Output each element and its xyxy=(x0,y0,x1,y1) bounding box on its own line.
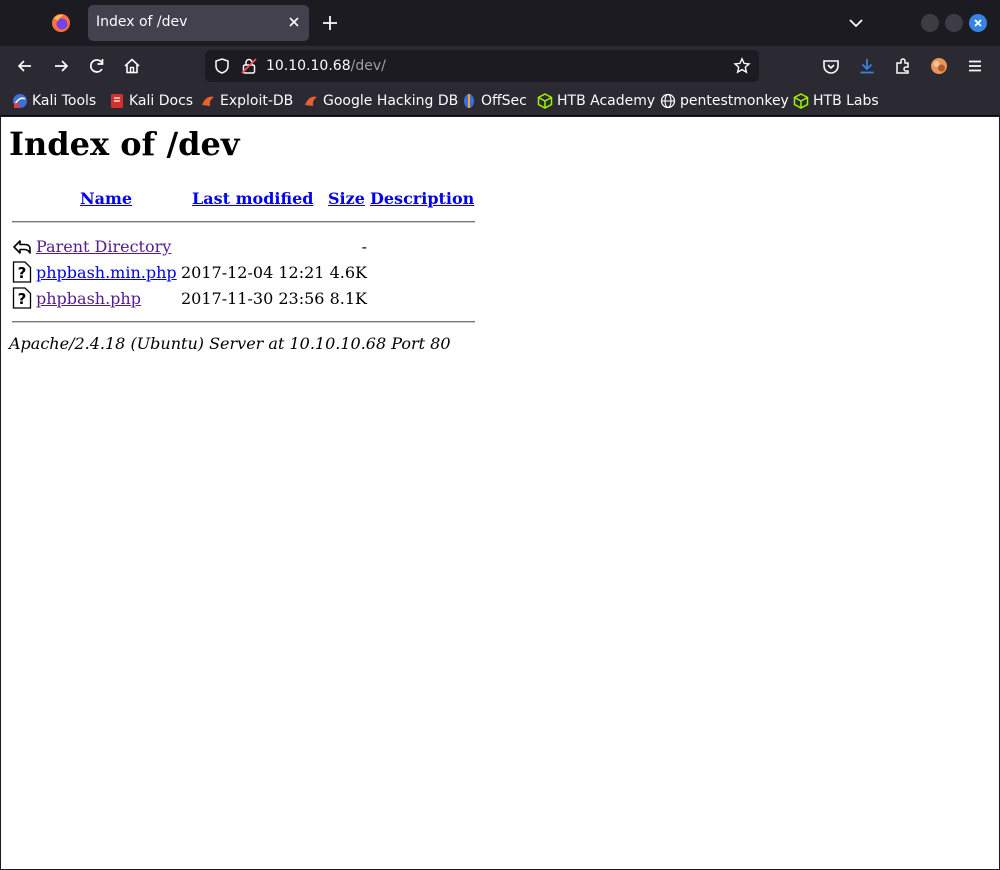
bookmark-htb-academy[interactable]: HTB Academy xyxy=(537,92,655,110)
back-arrow-icon[interactable] xyxy=(15,56,35,76)
svg-text:?: ? xyxy=(18,290,27,308)
back-arrow-icon xyxy=(13,240,31,254)
file-link-phpbash[interactable]: phpbash.php xyxy=(36,289,141,308)
url-text[interactable]: 10.10.10.68/dev/ xyxy=(266,58,386,74)
bookmark-offsec[interactable]: OffSec xyxy=(461,92,527,110)
insecure-lock-icon[interactable] xyxy=(240,57,258,75)
page-content: Index of /dev Name Last modified Size De… xyxy=(1,117,999,869)
bookmarks-toolbar: Kali Tools Kali Docs Exploit-DB Google H… xyxy=(0,86,1000,116)
server-signature: Apache/2.4.18 (Ubuntu) Server at 10.10.1… xyxy=(9,334,451,353)
close-icon xyxy=(974,19,982,27)
exploit-db-icon xyxy=(202,96,214,106)
divider xyxy=(12,221,475,223)
close-window-button[interactable] xyxy=(969,14,987,32)
url-bar[interactable]: 10.10.10.68/dev/ xyxy=(205,50,759,82)
row-size: 4.6K xyxy=(329,263,367,282)
pocket-icon[interactable] xyxy=(821,56,841,76)
reload-icon[interactable] xyxy=(87,56,107,76)
new-tab-icon[interactable] xyxy=(320,13,340,33)
htb-labs-icon xyxy=(793,93,809,109)
unknown-file-icon: ? xyxy=(12,261,32,283)
tab-title: Index of /dev xyxy=(96,14,188,30)
column-header-last-modified[interactable]: Last modified xyxy=(192,189,313,208)
page-title: Index of /dev xyxy=(9,125,240,163)
shield-icon[interactable] xyxy=(213,57,231,75)
bookmark-exploit-db[interactable]: Exploit-DB xyxy=(200,92,293,110)
bookmark-google-hacking-db[interactable]: Google Hacking DB xyxy=(303,92,458,110)
star-icon[interactable] xyxy=(733,57,751,75)
home-icon[interactable] xyxy=(122,56,142,76)
minimize-button[interactable] xyxy=(921,14,939,32)
file-link-phpbash-min[interactable]: phpbash.min.php xyxy=(36,263,177,282)
bookmark-htb-labs[interactable]: HTB Labs xyxy=(793,92,879,110)
tab-strip: Index of /dev xyxy=(0,0,1000,46)
file-link-parent-directory[interactable]: Parent Directory xyxy=(36,237,171,256)
bookmark-pentestmonkey[interactable]: pentestmonkey xyxy=(660,92,789,110)
kali-tools-icon xyxy=(13,94,27,108)
navigation-toolbar: 10.10.10.68/dev/ xyxy=(0,46,1000,86)
menu-icon[interactable] xyxy=(965,56,985,76)
chevron-down-icon[interactable] xyxy=(846,13,866,33)
kali-docs-icon xyxy=(111,94,123,108)
globe-icon xyxy=(660,93,676,109)
tab-active[interactable]: Index of /dev xyxy=(88,5,309,41)
table-row: Parent Directory - xyxy=(1,234,501,258)
extensions-icon[interactable] xyxy=(893,56,913,76)
bookmark-kali-docs[interactable]: Kali Docs xyxy=(109,92,193,110)
table-row: ? phpbash.min.php 2017-12-04 12:21 4.6K xyxy=(1,260,501,284)
bookmark-kali-tools[interactable]: Kali Tools xyxy=(12,92,96,110)
ghdb-icon xyxy=(305,96,317,106)
row-size: 8.1K xyxy=(329,289,367,308)
unknown-file-icon: ? xyxy=(12,287,32,309)
download-icon[interactable] xyxy=(857,56,877,76)
offsec-icon xyxy=(464,94,474,108)
column-header-description[interactable]: Description xyxy=(370,189,474,208)
row-modified: 2017-12-04 12:21 xyxy=(181,263,325,282)
row-size: - xyxy=(361,237,367,256)
url-path: /dev/ xyxy=(350,58,386,74)
svg-text:?: ? xyxy=(18,264,27,282)
row-modified: 2017-11-30 23:56 xyxy=(181,289,325,308)
table-row: ? phpbash.php 2017-11-30 23:56 8.1K xyxy=(1,286,501,310)
column-header-size[interactable]: Size xyxy=(328,189,365,208)
account-avatar-icon[interactable] xyxy=(929,56,949,76)
close-tab-icon[interactable] xyxy=(286,14,302,30)
maximize-button[interactable] xyxy=(945,14,963,32)
divider xyxy=(12,321,475,323)
url-host: 10.10.10.68 xyxy=(266,58,351,74)
forward-arrow-icon[interactable] xyxy=(51,56,71,76)
firefox-icon[interactable] xyxy=(50,12,72,34)
htb-academy-icon xyxy=(537,93,553,109)
column-header-name[interactable]: Name xyxy=(80,189,132,208)
